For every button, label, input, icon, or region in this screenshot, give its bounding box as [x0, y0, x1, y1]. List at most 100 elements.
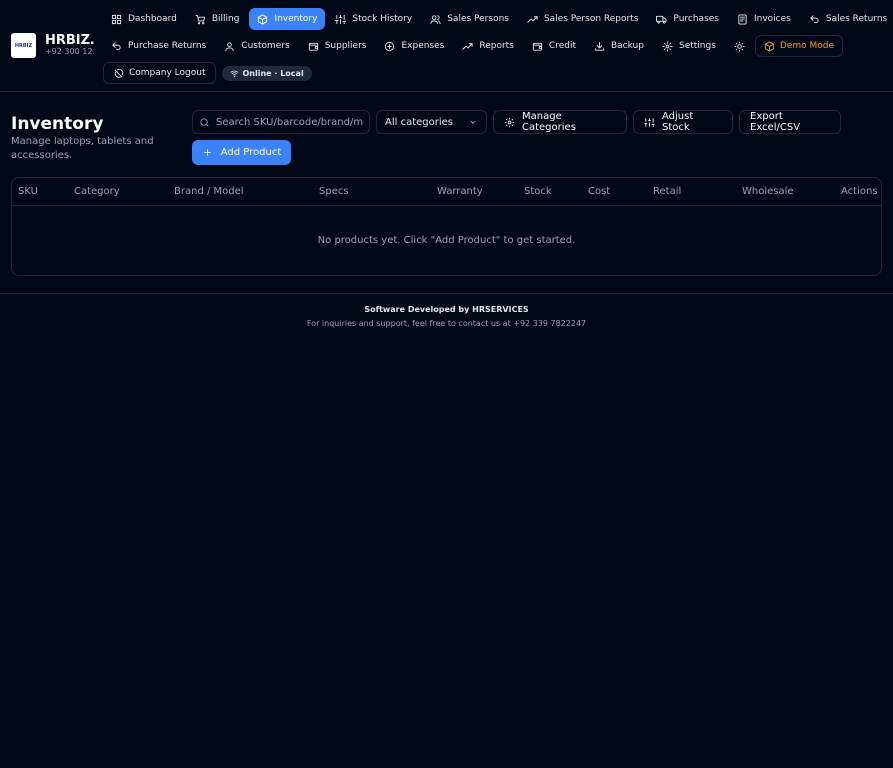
nav-row-1: Dashboard Billing Inventory Stock Histor… [103, 8, 893, 30]
table-header: SKU Category Brand / Model Specs Warrant… [12, 178, 881, 206]
nav-label: Sales Person Reports [543, 14, 639, 24]
nav-purchases[interactable]: Purchases [648, 8, 727, 30]
column-header-brand-model: Brand / Model [174, 186, 244, 197]
trending-up-icon [527, 14, 538, 25]
nav-label: Invoices [753, 14, 791, 24]
company-name: HRBIZ… [45, 33, 95, 48]
gear-icon [662, 40, 673, 52]
nav-purchase-returns[interactable]: Purchase Returns [103, 35, 214, 57]
add-product-label: Add Product [220, 147, 282, 158]
column-header-specs: Specs [319, 186, 349, 197]
nav-label: Dashboard [128, 14, 177, 24]
sliders-icon [335, 14, 347, 25]
plus-icon [202, 147, 213, 158]
column-header-wholesale: Wholesale [742, 186, 794, 197]
footer-divider [0, 293, 893, 294]
footer-subtitle: For inquiries and support, feel free to … [306, 319, 587, 328]
download-icon [594, 41, 605, 52]
page-title: Inventory [11, 114, 104, 134]
box-icon [257, 13, 268, 25]
nav-backup[interactable]: Backup [586, 35, 652, 57]
nav-settings[interactable]: Settings [654, 35, 724, 57]
theme-toggle-button[interactable] [726, 35, 753, 57]
nav-label: Purchase Returns [128, 41, 207, 51]
search-icon [199, 117, 210, 128]
inventory-table: SKU Category Brand / Model Specs Warrant… [11, 177, 882, 276]
adjust-stock-label: Adjust Stock [662, 111, 694, 133]
nav-row-2: Purchase Returns Customers Suppliers Exp… [103, 35, 844, 57]
gear-icon [504, 117, 515, 128]
nav-invoices[interactable]: Invoices [729, 8, 799, 30]
search-input[interactable] [216, 116, 363, 128]
nav-label: Credit [548, 41, 576, 51]
export-button[interactable]: Export Excel/CSV [739, 110, 841, 134]
nav-sales-returns[interactable]: Sales Returns [801, 8, 893, 30]
adjust-stock-button[interactable]: Adjust Stock [633, 110, 733, 134]
nav-stock-history[interactable]: Stock History [327, 8, 420, 30]
column-header-stock: Stock [524, 186, 552, 197]
wifi-icon [230, 69, 239, 78]
circle-plus-icon [384, 41, 395, 52]
nav-label: Suppliers [324, 41, 367, 51]
export-label: Export Excel/CSV [750, 111, 801, 133]
category-select[interactable]: All categories [376, 110, 487, 134]
search-box [192, 110, 370, 134]
nav-credit[interactable]: Credit [524, 35, 584, 57]
truck-icon [656, 14, 667, 25]
add-product-button[interactable]: Add Product [192, 140, 291, 165]
users-icon [430, 14, 441, 25]
nav-label: Sales Returns [825, 14, 888, 24]
company-logo: HRBIZ [11, 33, 36, 58]
chevron-down-icon [468, 117, 478, 127]
nav-label: Purchases [673, 14, 719, 24]
nav-row-3: Company Logout Online · Local [103, 62, 312, 84]
nav-label: Reports [479, 41, 514, 51]
logout-icon [113, 68, 124, 79]
nav-sales-person-reports[interactable]: Sales Person Reports [519, 8, 646, 30]
undo-icon [809, 14, 820, 25]
wallet-icon [532, 41, 543, 52]
header-divider [0, 91, 893, 92]
nav-label: Backup [610, 41, 644, 51]
nav-label: Stock History [352, 14, 413, 24]
column-header-sku: SKU [18, 186, 38, 197]
company-phone: +92 300 12… [45, 47, 95, 56]
nav-label: Settings [678, 41, 716, 51]
nav-reports[interactable]: Reports [454, 35, 522, 57]
logo-text: HRBIZ [14, 42, 33, 49]
nav-label: Inventory [274, 14, 318, 24]
logout-label: Company Logout [129, 68, 206, 78]
sun-icon [734, 40, 745, 52]
nav-label: Billing [211, 14, 240, 24]
user-icon [224, 41, 235, 52]
box-icon [764, 40, 775, 52]
nav-expenses[interactable]: Expenses [376, 35, 452, 57]
nav-label: Sales Persons [447, 14, 509, 24]
category-selected-value: All categories [385, 116, 453, 128]
cart-icon [195, 14, 206, 25]
footer-title: Software Developed by HRSERVICES [364, 305, 529, 314]
nav-customers[interactable]: Customers [216, 35, 297, 57]
nav-label: Expenses [401, 41, 445, 51]
company-logout-button[interactable]: Company Logout [103, 62, 216, 84]
column-header-retail: Retail [653, 186, 682, 197]
nav-billing[interactable]: Billing [187, 8, 248, 30]
manage-categories-button[interactable]: Manage Categories [493, 110, 627, 134]
grid-icon [111, 14, 122, 25]
column-header-category: Category [74, 186, 120, 197]
demo-mode-label: Demo Mode [779, 41, 835, 51]
nav-inventory[interactable]: Inventory [249, 8, 326, 30]
nav-dashboard[interactable]: Dashboard [103, 8, 185, 30]
demo-mode-button[interactable]: Demo Mode [754, 35, 844, 57]
page-subtitle: Manage laptops, tablets and accessories. [11, 136, 154, 161]
status-badge: Online · Local [221, 65, 312, 81]
empty-state-message: No products yet. Click "Add Product" to … [317, 235, 576, 246]
undo-icon [111, 41, 122, 52]
sliders-icon [644, 117, 655, 128]
nav-suppliers[interactable]: Suppliers [300, 35, 375, 57]
column-header-actions: Actions [841, 186, 878, 197]
manage-categories-label: Manage Categories [522, 111, 576, 133]
column-header-cost: Cost [588, 186, 611, 197]
trending-up-icon [462, 41, 473, 52]
nav-sales-persons[interactable]: Sales Persons [422, 8, 517, 30]
